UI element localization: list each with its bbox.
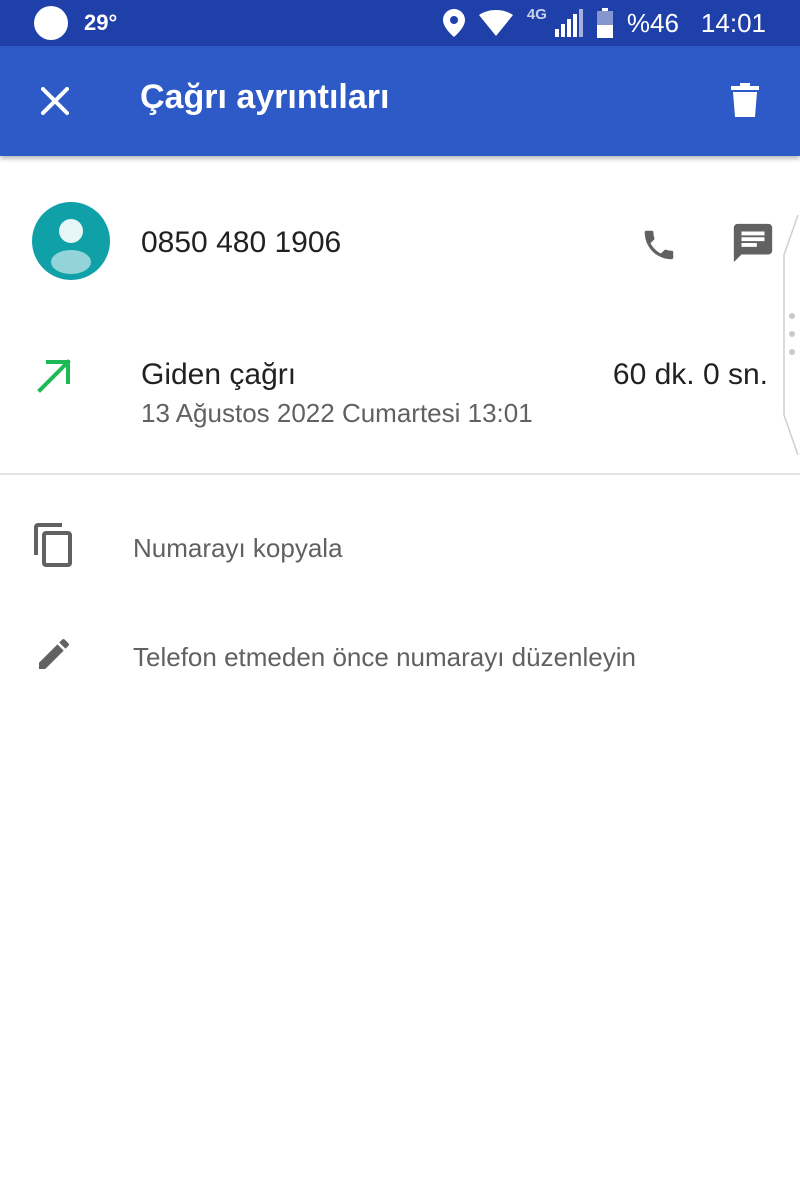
phone-icon [644, 230, 674, 260]
notification-dot-icon [34, 6, 68, 40]
avatar[interactable] [32, 202, 110, 280]
call-entry: Giden çağrı 13 Ağustos 2022 Cumartesi 13… [0, 340, 800, 440]
location-icon [442, 9, 465, 37]
copy-icon [34, 523, 72, 567]
message-icon [733, 223, 773, 263]
contact-row: 0850 480 1906 [0, 200, 800, 290]
copy-number-action[interactable]: Numarayı kopyala [0, 507, 800, 587]
signal-icon [554, 9, 583, 37]
call-type: Giden çağrı [141, 358, 297, 391]
phone-number: 0850 480 1906 [141, 226, 342, 259]
network-type-label: 4G [526, 5, 547, 23]
edit-number-label: Telefon etmeden önce numarayı düzenleyin [133, 642, 636, 672]
status-right: 4G %46 14:01 [442, 0, 766, 46]
app-bar: Çağrı ayrıntıları [0, 46, 800, 156]
edit-number-action[interactable]: Telefon etmeden önce numarayı düzenleyin [0, 616, 800, 696]
clock-text: 14:01 [700, 7, 766, 38]
wifi-icon [478, 10, 513, 36]
status-left: 29° [34, 6, 117, 40]
close-button[interactable] [30, 76, 80, 126]
message-button[interactable] [730, 220, 776, 271]
outgoing-call-arrow-icon [37, 359, 71, 393]
call-duration: 60 dk. 0 sn. [612, 358, 768, 391]
copy-number-label: Numarayı kopyala [133, 533, 343, 563]
call-button[interactable] [636, 222, 682, 268]
delete-button[interactable] [720, 74, 770, 126]
battery-icon [596, 8, 613, 38]
edit-pencil-icon [39, 638, 70, 669]
temperature-text: 29° [84, 10, 118, 35]
status-bar: 29° 4G %46 14:01 [0, 0, 800, 46]
trash-icon [731, 83, 759, 117]
battery-percent-text: %46 [626, 7, 679, 38]
call-date: 13 Ağustos 2022 Cumartesi 13:01 [141, 398, 533, 428]
page-title: Çağrı ayrıntıları [140, 78, 390, 116]
divider [0, 473, 800, 475]
person-icon [51, 219, 91, 274]
close-icon [41, 87, 69, 115]
